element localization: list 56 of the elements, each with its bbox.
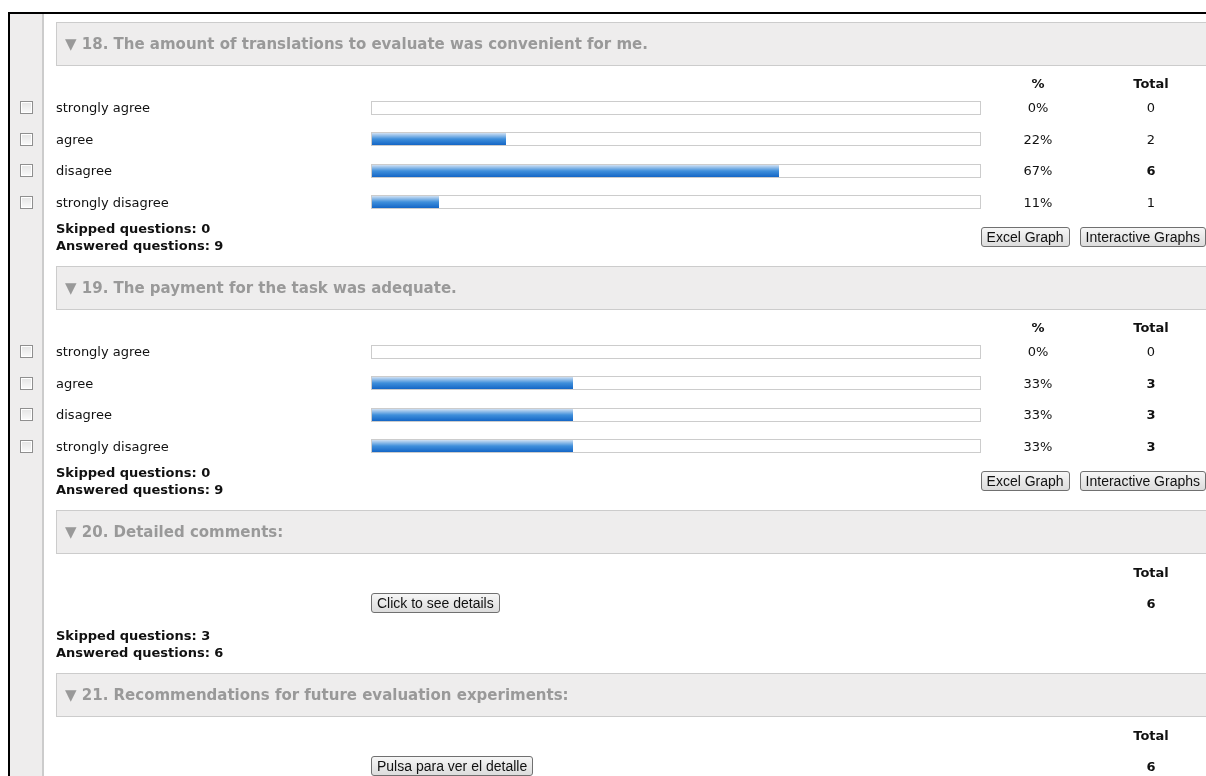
answer-label: disagree <box>56 163 113 179</box>
total-value: 6 <box>1146 163 1156 179</box>
answer-label: strongly disagree <box>56 438 170 454</box>
answer-label: strongly disagree <box>56 194 170 210</box>
answer-label: agree <box>56 131 95 147</box>
answer-label: strongly agree <box>56 100 152 116</box>
checkbox[interactable] <box>19 164 33 178</box>
total-value: 1 <box>1146 194 1156 210</box>
skipped-count: Skipped questions: 0 <box>56 220 212 237</box>
percent-value: 33% <box>1023 407 1053 423</box>
column-heading: Total <box>1133 75 1169 91</box>
question-title: ▼ 18. The amount of translations to evaluate was convenient for me. <box>65 35 648 53</box>
checkbox[interactable] <box>19 101 33 115</box>
details-button[interactable]: Click to see details <box>371 593 500 613</box>
details-button[interactable]: Pulsa para ver el detalle <box>371 756 534 776</box>
column-heading: % <box>1031 75 1045 91</box>
question-title: ▼ 19. The payment for the task was adequate. <box>65 279 457 297</box>
column-heading: % <box>1031 319 1045 335</box>
percent-value: 67% <box>1023 163 1053 179</box>
checkbox[interactable] <box>19 439 33 453</box>
checkbox[interactable] <box>19 195 33 209</box>
question-title: ▼ 21. Recommendations for future evaluation experiments: <box>65 686 569 704</box>
total-value: 3 <box>1146 438 1156 454</box>
skipped-count: Skipped questions: 3 <box>56 627 212 644</box>
answer-label: disagree <box>56 407 113 423</box>
total-value: 3 <box>1146 407 1156 423</box>
graph-button[interactable]: Interactive Graphs <box>1079 471 1206 491</box>
percent-value: 11% <box>1023 194 1053 210</box>
percent-value: 0% <box>1027 344 1049 360</box>
total-value: 3 <box>1146 375 1156 391</box>
percent-value: 33% <box>1023 438 1053 454</box>
checkbox[interactable] <box>19 132 33 146</box>
total-value: 0 <box>1146 100 1156 116</box>
graph-button[interactable]: Excel Graph <box>980 471 1070 491</box>
answered-count: Answered questions: 9 <box>56 237 224 254</box>
checkbox[interactable] <box>19 376 33 390</box>
checkbox[interactable] <box>19 345 33 359</box>
answered-count: Answered questions: 9 <box>56 481 224 498</box>
answer-label: strongly agree <box>56 344 152 360</box>
answer-label: agree <box>56 375 95 391</box>
percent-value: 0% <box>1027 100 1049 116</box>
column-heading: Total <box>1133 319 1169 335</box>
percent-value: 22% <box>1023 131 1053 147</box>
column-heading: Total <box>1133 727 1169 743</box>
total-value: 0 <box>1146 344 1156 360</box>
graph-button[interactable]: Excel Graph <box>980 227 1070 247</box>
column-heading: Total <box>1133 564 1169 580</box>
skipped-count: Skipped questions: 0 <box>56 464 212 481</box>
graph-button[interactable]: Interactive Graphs <box>1079 227 1206 247</box>
percent-value: 33% <box>1023 375 1053 391</box>
answered-count: Answered questions: 6 <box>56 644 224 661</box>
total-value: 2 <box>1146 131 1156 147</box>
total-value: 6 <box>1146 595 1156 611</box>
checkbox[interactable] <box>19 408 33 422</box>
total-value: 6 <box>1146 758 1156 774</box>
question-title: ▼ 20. Detailed comments: <box>65 523 284 541</box>
